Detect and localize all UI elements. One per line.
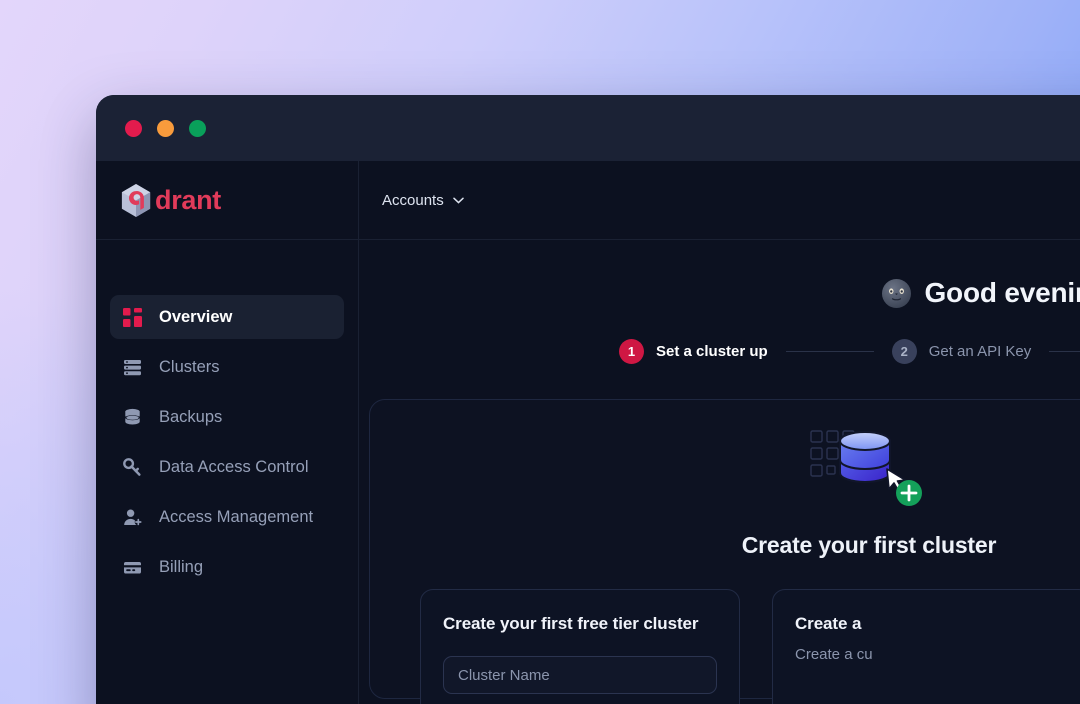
grid-icon — [123, 308, 142, 327]
card-subtitle: Create a cu — [795, 646, 1069, 663]
app-body: Overview Clusters — [96, 240, 1080, 704]
step-number-badge: 2 — [892, 339, 917, 364]
app-window: drant Accounts Overview — [96, 95, 1080, 704]
sidebar-item-clusters[interactable]: Clusters — [110, 345, 344, 389]
onboarding-stepper: 1 Set a cluster up 2 Get an API Key 3 — [409, 339, 1080, 364]
page-title: Good evening, Jhon — [924, 277, 1080, 309]
main-content: Good evening, Jhon 1 Set a cluster up 2 … — [359, 240, 1080, 704]
hero-title: Create your first cluster — [742, 532, 996, 559]
sidebar-item-label: Backups — [159, 408, 222, 427]
card-title: Create a — [795, 614, 1069, 634]
server-list-icon — [123, 358, 142, 377]
stepper-step-1[interactable]: 1 Set a cluster up — [619, 339, 768, 364]
sidebar-item-overview[interactable]: Overview — [110, 295, 344, 339]
sidebar-item-backups[interactable]: Backups — [110, 395, 344, 439]
brand-logo[interactable]: drant — [96, 161, 359, 239]
database-create-illustration — [809, 425, 929, 517]
cluster-option-cards: Create your first free tier cluster Crea… — [370, 589, 1080, 704]
stepper-connector — [1049, 351, 1080, 352]
step-number-badge: 1 — [619, 339, 644, 364]
chevron-down-icon — [453, 197, 464, 204]
accounts-label: Accounts — [382, 192, 444, 209]
user-plus-icon — [123, 508, 142, 527]
create-advanced-cluster-card: Create a Create a cu — [772, 589, 1080, 704]
step-label: Set a cluster up — [656, 343, 768, 360]
accounts-dropdown[interactable]: Accounts — [382, 192, 464, 209]
key-icon — [123, 458, 142, 477]
sidebar-item-label: Access Management — [159, 508, 313, 527]
stepper-step-2[interactable]: 2 Get an API Key — [892, 339, 1032, 364]
traffic-light-controls — [125, 120, 206, 137]
new-moon-face-emoji — [881, 278, 912, 309]
database-icon — [123, 408, 142, 427]
credit-card-icon — [123, 558, 142, 577]
stepper-connector — [786, 351, 874, 352]
top-navigation-bar: drant Accounts — [96, 161, 1080, 240]
free-tier-cluster-card: Create your first free tier cluster — [420, 589, 740, 704]
sidebar-item-label: Billing — [159, 558, 203, 577]
hero-block: Create your first cluster — [370, 425, 1080, 559]
sidebar-item-access-management[interactable]: Access Management — [110, 495, 344, 539]
sidebar-item-label: Overview — [159, 308, 232, 327]
maximize-button-icon[interactable] — [189, 120, 206, 137]
step-label: Get an API Key — [929, 343, 1032, 360]
brand-name: drant — [155, 185, 221, 216]
close-button-icon[interactable] — [125, 120, 142, 137]
sidebar-item-billing[interactable]: Billing — [110, 545, 344, 589]
sidebar-navigation: Overview Clusters — [96, 240, 359, 704]
window-titlebar — [96, 95, 1080, 161]
create-cluster-panel: Create your first cluster Create your fi… — [369, 399, 1080, 699]
cluster-name-input[interactable] — [443, 656, 717, 694]
card-title: Create your first free tier cluster — [443, 614, 717, 634]
qdrant-logo-icon — [120, 183, 152, 218]
sidebar-item-label: Data Access Control — [159, 458, 308, 477]
sidebar-item-label: Clusters — [159, 358, 220, 377]
minimize-button-icon[interactable] — [157, 120, 174, 137]
sidebar-item-data-access-control[interactable]: Data Access Control — [110, 445, 344, 489]
greeting-row: Good evening, Jhon — [409, 277, 1080, 309]
